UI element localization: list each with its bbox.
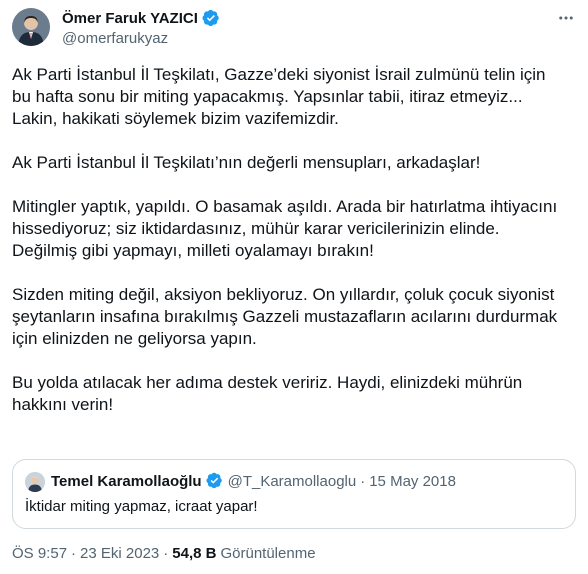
views-label: Görüntülenme: [220, 545, 316, 562]
tweet-paragraph: Ak Parti İstanbul İl Teşkilatı, Gazze’de…: [12, 65, 546, 128]
quoted-text: İktidar miting yapmaz, icraat yapar!: [25, 498, 258, 515]
quoted-author-row: Temel Karamollaoğlu @T_Karamollaoglu · 1…: [51, 472, 456, 490]
quoted-author-name: Temel Karamollaoğlu: [51, 472, 202, 490]
meta-separator: ·: [163, 545, 169, 562]
author-avatar-image: [12, 8, 50, 46]
tweet-text: Ak Parti İstanbul İl Teşkilatı, Gazze’de…: [12, 64, 572, 416]
quoted-author-avatar: [25, 472, 45, 492]
quoted-tweet[interactable]: Temel Karamollaoğlu @T_Karamollaoglu · 1…: [12, 459, 576, 529]
meta-separator: ·: [71, 545, 77, 562]
quoted-date: 15 May 2018: [369, 472, 456, 490]
verified-badge-icon: [206, 472, 224, 490]
author-display-name[interactable]: Ömer Faruk YAZICI: [62, 10, 198, 27]
views-count: 54,8 B: [172, 545, 217, 562]
tweet-paragraph: Ak Parti İstanbul İl Teşkilatı’nın değer…: [12, 153, 481, 172]
tweet-time[interactable]: ÖS 9:57: [12, 545, 67, 562]
author-name-row: Ömer Faruk YAZICI: [62, 9, 220, 27]
quoted-author-handle: @T_Karamollaoglu: [227, 472, 357, 490]
quoted-separator: ·: [360, 472, 366, 490]
tweet-meta: ÖS 9:57 · 23 Eki 2023 · 54,8 B Görüntüle…: [12, 545, 316, 562]
author-avatar[interactable]: [12, 8, 50, 46]
more-options-icon[interactable]: [554, 8, 578, 28]
tweet-paragraph: Bu yolda atılacak her adıma destek verir…: [12, 373, 523, 414]
author-handle[interactable]: @omerfarukyaz: [62, 30, 168, 47]
quoted-author-avatar-image: [25, 472, 45, 492]
tweet-date[interactable]: 23 Eki 2023: [80, 545, 159, 562]
tweet-paragraph: Mitingler yaptık, yapıldı. O basamak aşı…: [12, 197, 558, 260]
verified-badge-icon[interactable]: [202, 9, 220, 27]
tweet-paragraph: Sizden miting değil, aksiyon bekliyoruz.…: [12, 285, 558, 348]
tweet-header: Ömer Faruk YAZICI @omerfarukyaz: [0, 0, 588, 60]
